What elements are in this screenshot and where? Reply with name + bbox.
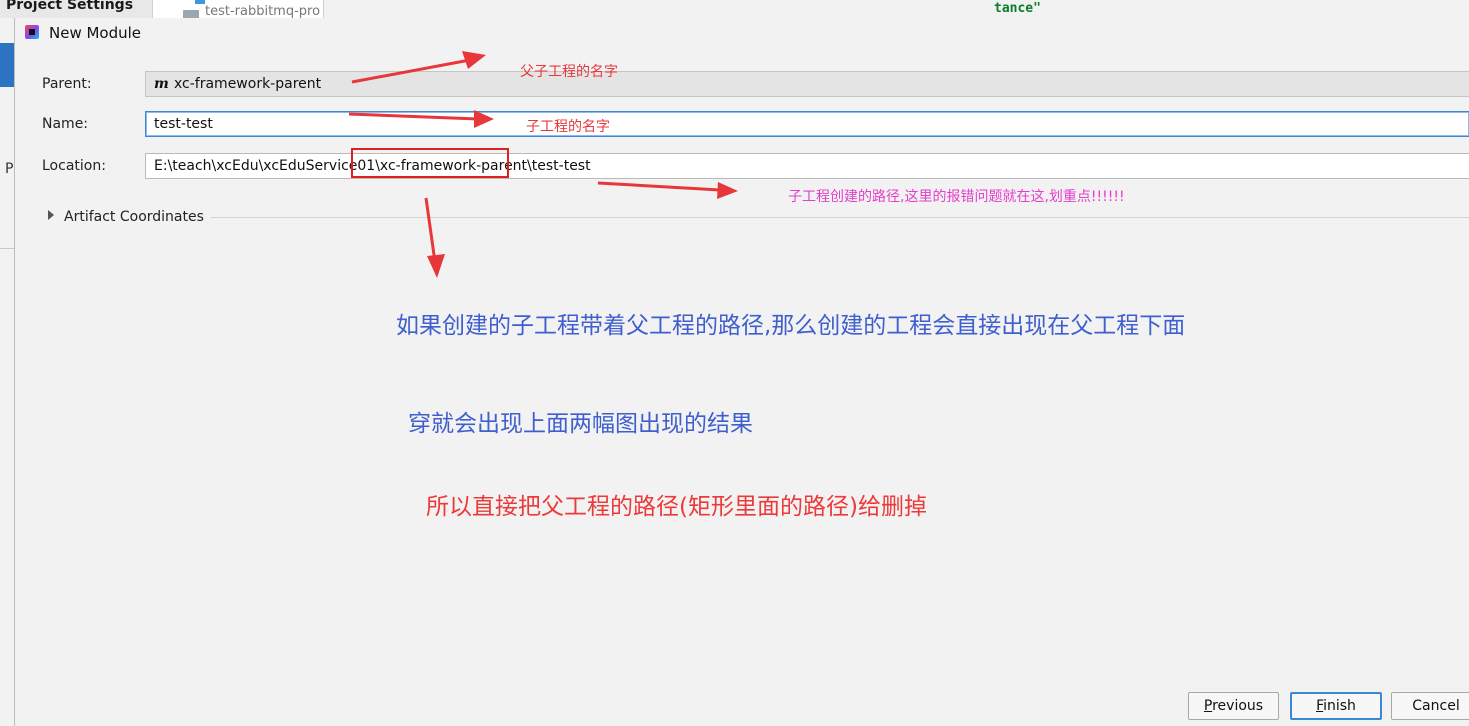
sidebar-divider xyxy=(0,248,14,249)
artifact-coordinates-label: Artifact Coordinates xyxy=(64,209,204,225)
background-left-sidebar: P xyxy=(0,18,14,726)
name-value: test-test xyxy=(154,116,213,132)
project-settings-header: Project Settings xyxy=(0,0,152,18)
previous-button[interactable]: Previous xyxy=(1188,692,1279,720)
explanation-line-2: 穿就会出现上面两幅图出现的结果 xyxy=(408,411,753,437)
location-input[interactable]: E:\teach\xcEdu\xcEduService01\xc-framewo… xyxy=(145,153,1469,179)
maven-icon: m xyxy=(154,76,169,92)
name-label: Name: xyxy=(42,116,89,132)
explanation-line-1: 如果创建的子工程带着父工程的路径,那么创建的工程会直接出现在父工程下面 xyxy=(396,313,1186,339)
location-annotation: 子工程创建的路径,这里的报错问题就在这,划重点!!!!!! xyxy=(788,189,1125,205)
background-project-tree: test-rabbitmq-pro xyxy=(152,0,324,18)
module-icon xyxy=(195,0,205,4)
explanation-line-3: 所以直接把父工程的路径(矩形里面的路径)给删掉 xyxy=(426,494,927,520)
sidebar-selection xyxy=(0,43,14,87)
parent-value: xc-framework-parent xyxy=(174,76,322,92)
name-annotation: 子工程的名字 xyxy=(526,119,610,135)
project-settings-label: Project Settings xyxy=(6,0,134,13)
tree-item-label: test-rabbitmq-pro xyxy=(205,4,321,18)
parent-field[interactable]: m xc-framework-parent xyxy=(145,71,1469,97)
dialog-title: New Module xyxy=(49,24,142,42)
new-module-dialog: New Module Parent: m xc-framework-parent… xyxy=(14,18,1469,726)
expand-triangle-icon xyxy=(48,210,54,220)
finish-button[interactable]: Finish xyxy=(1290,692,1382,720)
cancel-button[interactable]: Cancel xyxy=(1391,692,1469,720)
parent-annotation: 父子工程的名字 xyxy=(520,64,618,80)
name-input[interactable]: test-test xyxy=(145,111,1469,137)
sidebar-letter: P xyxy=(5,161,14,177)
folder-icon xyxy=(183,10,199,18)
location-label: Location: xyxy=(42,158,106,174)
artifact-coordinates-toggle[interactable]: Artifact Coordinates xyxy=(48,209,204,225)
highlight-rectangle xyxy=(351,148,509,178)
section-divider xyxy=(211,217,1469,218)
background-code-fragment: tance" xyxy=(994,1,1041,16)
intellij-logo-icon xyxy=(25,25,39,39)
parent-label: Parent: xyxy=(42,76,92,92)
